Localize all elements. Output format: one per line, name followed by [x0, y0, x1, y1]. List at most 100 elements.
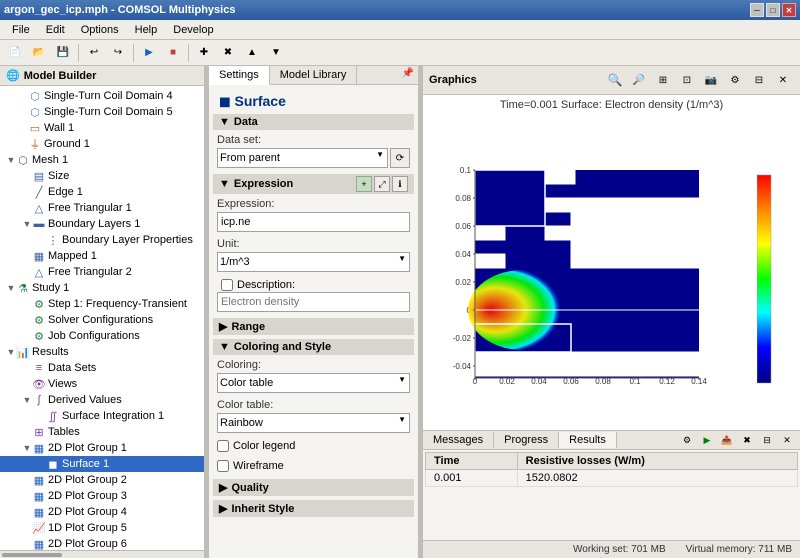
- expression-input[interactable]: [217, 212, 410, 232]
- wireframe-checkbox[interactable]: [217, 460, 229, 472]
- tree-item-tables[interactable]: ⊞ Tables: [0, 424, 204, 440]
- color-table-select[interactable]: Rainbow: [217, 413, 410, 433]
- menu-options[interactable]: Options: [73, 22, 127, 38]
- blp-label: Boundary Layer Properties: [62, 234, 193, 246]
- tree-item-wall1[interactable]: ▭ Wall 1: [0, 120, 204, 136]
- tree-item-coil4[interactable]: ⬡ Single-Turn Coil Domain 4: [0, 88, 204, 104]
- derived-label: Derived Values: [48, 394, 122, 406]
- redo-button[interactable]: ↪: [107, 42, 129, 64]
- tree-item-step1[interactable]: ⚙ Step 1: Frequency-Transient: [0, 296, 204, 312]
- section-quality[interactable]: ▶ Quality: [213, 479, 414, 496]
- status-bar: Working set: 701 MB Virtual memory: 711 …: [423, 540, 800, 558]
- bottom-tab-messages[interactable]: Messages: [423, 432, 494, 448]
- tab-settings[interactable]: Settings: [209, 66, 270, 85]
- description-checkbox[interactable]: [221, 279, 233, 291]
- section-inherit[interactable]: ▶ Inherit Style: [213, 500, 414, 517]
- bottom-close-button[interactable]: ✕: [778, 432, 796, 448]
- 2dplot6-label: 2D Plot Group 6: [48, 538, 127, 550]
- section-data[interactable]: ▼ Data: [213, 114, 414, 130]
- menu-file[interactable]: File: [4, 22, 38, 38]
- tree-item-blp[interactable]: ⋮ Boundary Layer Properties: [0, 232, 204, 248]
- expr-add-button[interactable]: +: [356, 176, 372, 192]
- expr-info-button[interactable]: ℹ: [392, 176, 408, 192]
- menu-help[interactable]: Help: [127, 22, 166, 38]
- menu-develop[interactable]: Develop: [165, 22, 221, 38]
- tree-item-2dplot6[interactable]: ▦ 2D Plot Group 6: [0, 536, 204, 550]
- undo-button[interactable]: ↩: [83, 42, 105, 64]
- section-coloring[interactable]: ▼ Coloring and Style: [213, 339, 414, 355]
- bottom-evaluate-button[interactable]: ▶: [698, 432, 716, 448]
- zoom-out-button[interactable]: 🔎: [628, 69, 650, 91]
- tree-item-freetri1[interactable]: △ Free Triangular 1: [0, 200, 204, 216]
- tree-item-surfint[interactable]: ∬ Surface Integration 1: [0, 408, 204, 424]
- tree-scrollbar[interactable]: [0, 550, 204, 558]
- save-button[interactable]: 💾: [52, 42, 74, 64]
- move-up-button[interactable]: ▲: [241, 42, 263, 64]
- graphics-close-button[interactable]: ✕: [772, 69, 794, 91]
- expr-expand-button[interactable]: ⤢: [374, 176, 390, 192]
- zoom-extents-button[interactable]: ⊞: [652, 69, 674, 91]
- tab-model-library[interactable]: Model Library: [270, 66, 358, 84]
- stop-button[interactable]: ■: [162, 42, 184, 64]
- coloring-select[interactable]: Color table: [217, 373, 410, 393]
- zoom-window-button[interactable]: ⊡: [676, 69, 698, 91]
- tree-item-views[interactable]: 👁 Views: [0, 376, 204, 392]
- tree-item-derived[interactable]: ▼ ∫ Derived Values: [0, 392, 204, 408]
- 2dplot1-label: 2D Plot Group 1: [48, 442, 127, 454]
- bottom-settings-button[interactable]: ⚙: [678, 432, 696, 448]
- tab-pin-button[interactable]: 📌: [398, 66, 418, 84]
- tree-item-2dplot3[interactable]: ▦ 2D Plot Group 3: [0, 488, 204, 504]
- new-button[interactable]: 📄: [4, 42, 26, 64]
- tree-item-2dplot1[interactable]: ▼ ▦ 2D Plot Group 1: [0, 440, 204, 456]
- menu-edit[interactable]: Edit: [38, 22, 73, 38]
- tree-item-mesh1[interactable]: ▼ ⬡ Mesh 1: [0, 152, 204, 168]
- bottom-undock-button[interactable]: ⊟: [758, 432, 776, 448]
- tree-item-results[interactable]: ▼ 📊 Results: [0, 344, 204, 360]
- bottom-clear-button[interactable]: ✖: [738, 432, 756, 448]
- screenshot-button[interactable]: 📷: [700, 69, 722, 91]
- bottom-tab-progress[interactable]: Progress: [494, 432, 559, 448]
- graphics-settings-button[interactable]: ⚙: [724, 69, 746, 91]
- settings-tab-bar: Settings Model Library 📌: [209, 66, 418, 85]
- open-button[interactable]: 📂: [28, 42, 50, 64]
- tree-item-solver[interactable]: ⚙ Solver Configurations: [0, 312, 204, 328]
- tree-item-coil5[interactable]: ⬡ Single-Turn Coil Domain 5: [0, 104, 204, 120]
- scrollbar-thumb[interactable]: [2, 553, 62, 557]
- tree-item-2dplot4[interactable]: ▦ 2D Plot Group 4: [0, 504, 204, 520]
- dataset-refresh-button[interactable]: ⟳: [390, 148, 410, 168]
- section-range[interactable]: ▶ Range: [213, 318, 414, 335]
- close-button[interactable]: ✕: [782, 3, 796, 17]
- dataset-select[interactable]: From parent: [217, 148, 388, 168]
- tree-item-bl1[interactable]: ▼ ▬ Boundary Layers 1: [0, 216, 204, 232]
- bottom-tab-results[interactable]: Results: [559, 432, 617, 448]
- move-down-button[interactable]: ▼: [265, 42, 287, 64]
- maximize-button[interactable]: □: [766, 3, 780, 17]
- delete-node-button[interactable]: ✖: [217, 42, 239, 64]
- tree-item-freetri2[interactable]: △ Free Triangular 2: [0, 264, 204, 280]
- tree-item-size[interactable]: ▤ Size: [0, 168, 204, 184]
- section-expression[interactable]: ▼ Expression + ⤢ ℹ: [213, 174, 414, 194]
- cell-time: 0.001: [426, 470, 518, 487]
- tree-item-edge1[interactable]: ╱ Edge 1: [0, 184, 204, 200]
- job-icon: ⚙: [32, 329, 46, 343]
- tree-item-datasets[interactable]: ≡ Data Sets: [0, 360, 204, 376]
- bottom-export-button[interactable]: 📤: [718, 432, 736, 448]
- model-builder-icon: 🌐: [6, 69, 20, 82]
- model-tree[interactable]: ⬡ Single-Turn Coil Domain 4 ⬡ Single-Tur…: [0, 86, 204, 550]
- graphics-undock-button[interactable]: ⊟: [748, 69, 770, 91]
- main-content: 🌐 Model Builder ⬡ Single-Turn Coil Domai…: [0, 66, 800, 558]
- tree-item-study1[interactable]: ▼ ⚗ Study 1: [0, 280, 204, 296]
- tree-item-ground1[interactable]: ⏚ Ground 1: [0, 136, 204, 152]
- minimize-button[interactable]: ─: [750, 3, 764, 17]
- add-node-button[interactable]: ✚: [193, 42, 215, 64]
- tree-item-2dplot2[interactable]: ▦ 2D Plot Group 2: [0, 472, 204, 488]
- tree-item-mapped1[interactable]: ▦ Mapped 1: [0, 248, 204, 264]
- compute-button[interactable]: ▶: [138, 42, 160, 64]
- unit-select[interactable]: 1/m^3: [217, 252, 410, 272]
- color-legend-checkbox[interactable]: [217, 440, 229, 452]
- description-input[interactable]: [217, 292, 410, 312]
- tree-item-1dplot5[interactable]: 📈 1D Plot Group 5: [0, 520, 204, 536]
- zoom-in-button[interactable]: 🔍: [604, 69, 626, 91]
- tree-item-surface1[interactable]: ◼ Surface 1: [0, 456, 204, 472]
- tree-item-job[interactable]: ⚙ Job Configurations: [0, 328, 204, 344]
